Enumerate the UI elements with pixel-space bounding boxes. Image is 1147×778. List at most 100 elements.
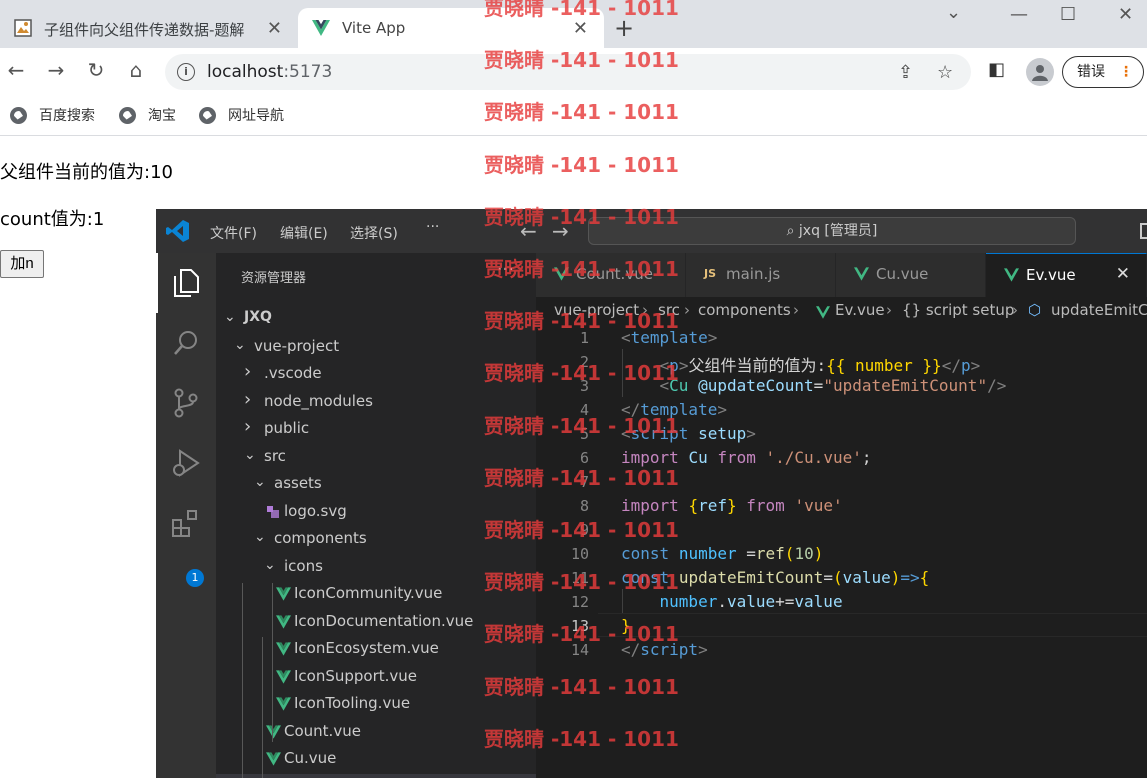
editor-tab-count-vue[interactable]: Count.vue	[536, 253, 686, 297]
forward-arrow-icon[interactable]: →	[42, 58, 70, 82]
maximize-icon[interactable]: ☐	[1060, 4, 1076, 25]
bookmark-url-nav[interactable]: 网址导航	[199, 105, 284, 125]
tree-item[interactable]: ⌄ vue-project	[216, 334, 536, 361]
code-line-12: number.value+=value	[659, 592, 843, 611]
search-icon: ⌕	[786, 223, 795, 239]
tree-item[interactable]: ⌄ src	[216, 444, 536, 471]
site-info-icon[interactable]: i	[177, 63, 195, 81]
tab-close-icon[interactable]: ✕	[267, 18, 282, 39]
code-line-6: import Cu from './Cu.vue';	[621, 448, 872, 467]
editor-tab-cu-vue[interactable]: Cu.vue	[836, 253, 986, 297]
code-line-4: </template>	[621, 400, 727, 419]
explorer-more-icon[interactable]: ···	[497, 259, 514, 280]
tree-item[interactable]: IconSupport.vue	[216, 664, 536, 691]
menu-file[interactable]: 文件(F)	[210, 223, 257, 243]
tree-item[interactable]: ⌄ icons	[216, 554, 536, 581]
tree-item[interactable]: › node_modules	[216, 389, 536, 416]
browser-tab-vite-app[interactable]: Vite App ✕	[298, 8, 604, 48]
extensions-icon[interactable]	[170, 507, 202, 539]
run-debug-icon[interactable]	[170, 447, 202, 479]
side-panel-icon[interactable]: ◧	[988, 59, 1005, 80]
tree-item-label: Cu.vue	[284, 749, 337, 767]
chevron-down-icon: ⌄	[224, 309, 236, 325]
share-icon[interactable]: ⇪	[898, 62, 913, 83]
vue-file-icon	[554, 267, 569, 281]
globe-icon	[119, 106, 136, 124]
command-center[interactable]: ⌕ jxq [管理员]	[588, 217, 1076, 245]
back-arrow-icon[interactable]: ←	[2, 58, 30, 82]
nav-forward-icon[interactable]: →	[552, 219, 569, 243]
breadcrumb-components[interactable]: components	[698, 301, 791, 319]
tree-indent-guide	[262, 637, 263, 778]
breadcrumb-script-setup[interactable]: {} script setup	[902, 301, 1014, 319]
tree-item[interactable]: Ev.vue	[216, 773, 536, 778]
tree-item[interactable]: ⌄ components	[216, 526, 536, 553]
minimize-icon[interactable]: —	[1010, 4, 1028, 25]
editor-tab-main-js[interactable]: JS main.js	[686, 253, 836, 297]
tree-item[interactable]: IconEcosystem.vue	[216, 636, 536, 663]
reload-icon[interactable]: ↻	[82, 58, 110, 82]
tree-item-label: components	[274, 529, 367, 547]
tab-close-icon[interactable]: ✕	[1116, 264, 1130, 284]
code-editor[interactable]: 1 2 3 4 5 6 7 8 9 10 11 12 13 14 <template> <p>父组件当前的…	[536, 325, 1147, 778]
error-menu-button[interactable]: 错误 ⋮	[1062, 56, 1144, 88]
add-n-button[interactable]: 加n	[0, 250, 44, 278]
bookmarks-bar: 百度搜索 淘宝 网址导航	[0, 96, 1147, 136]
tree-item[interactable]: › .vscode	[216, 361, 536, 388]
chevron-down-icon: ⌄	[234, 336, 246, 353]
tree-item-label: IconEcosystem.vue	[294, 639, 439, 657]
line-number: 8	[579, 497, 589, 515]
breadcrumb-src[interactable]: src	[658, 301, 680, 319]
watermark-text: 贾晓晴 -141 - 1011	[484, 152, 679, 177]
window-close-icon[interactable]: ✕	[1118, 4, 1133, 25]
tree-item[interactable]: IconDocumentation.vue	[216, 609, 536, 636]
url-text[interactable]: localhost:5173	[207, 62, 332, 82]
tree-item[interactable]: logo.svg	[216, 499, 536, 526]
nav-back-icon[interactable]: ←	[520, 219, 537, 243]
chevron-right-icon: ›	[244, 416, 252, 437]
menu-edit[interactable]: 编辑(E)	[280, 223, 328, 243]
tree-item-label: assets	[274, 474, 322, 492]
line-number: 11	[570, 569, 589, 587]
star-bookmark-icon[interactable]: ☆	[937, 62, 953, 83]
tree-item[interactable]: IconCommunity.vue	[216, 581, 536, 608]
breadcrumb-ev-vue[interactable]: Ev.vue	[835, 301, 885, 319]
favicon-image-icon	[14, 19, 32, 37]
new-tab-plus-icon[interactable]: +	[614, 14, 634, 42]
bookmark-taobao[interactable]: 淘宝	[119, 105, 176, 125]
tab-title: Vite App	[342, 19, 406, 37]
bookmark-baidu[interactable]: 百度搜索	[10, 105, 95, 125]
chevron-down-icon[interactable]: ⌄	[946, 2, 961, 23]
tree-item[interactable]: › public	[216, 416, 536, 443]
vue-file-icon	[854, 267, 869, 281]
search-icon[interactable]	[170, 327, 202, 359]
profile-avatar-icon[interactable]	[1026, 58, 1054, 86]
tab-close-icon[interactable]: ✕	[573, 18, 588, 39]
line-number: 13	[570, 617, 589, 635]
tree-item[interactable]: Cu.vue	[216, 746, 536, 773]
globe-icon	[10, 106, 27, 124]
tree-item[interactable]: ⌄ assets	[216, 471, 536, 498]
menu-more[interactable]: ···	[426, 219, 439, 235]
layout-toggle-icon[interactable]	[1140, 223, 1147, 239]
menu-selection[interactable]: 选择(S)	[350, 223, 398, 243]
breadcrumb-update-emit-count[interactable]: updateEmitCount	[1051, 301, 1147, 319]
vue-file-icon	[1004, 268, 1019, 282]
line-number: 2	[579, 353, 589, 371]
vue-file-icon	[276, 642, 291, 656]
code-line-8: import {ref} from 'vue'	[621, 496, 843, 515]
tree-item[interactable]: IconTooling.vue	[216, 691, 536, 718]
browser-tab-tijie[interactable]: 子组件向父组件传递数据-题解 ✕	[0, 8, 298, 48]
editor-tab-ev-vue[interactable]: Ev.vue ✕	[986, 253, 1147, 297]
tree-item[interactable]: Count.vue	[216, 719, 536, 746]
source-control-icon[interactable]	[170, 387, 202, 419]
explorer-files-icon[interactable]	[170, 267, 202, 299]
code-line-13: }	[621, 616, 631, 635]
tree-item[interactable]: ⌄ JXQ	[216, 306, 536, 333]
address-bar[interactable]: i localhost:5173 ⇪ ☆	[165, 54, 971, 90]
chevron-right-icon: ›	[1012, 301, 1018, 319]
explorer-sidebar: 资源管理器 ··· ⌄ JXQ ⌄ vue-project › .vscode › node_…	[216, 253, 536, 778]
home-icon[interactable]: ⌂	[122, 58, 150, 82]
breadcrumb-vue-project[interactable]: vue-project	[554, 301, 639, 319]
tree-item-label: Count.vue	[284, 721, 361, 740]
